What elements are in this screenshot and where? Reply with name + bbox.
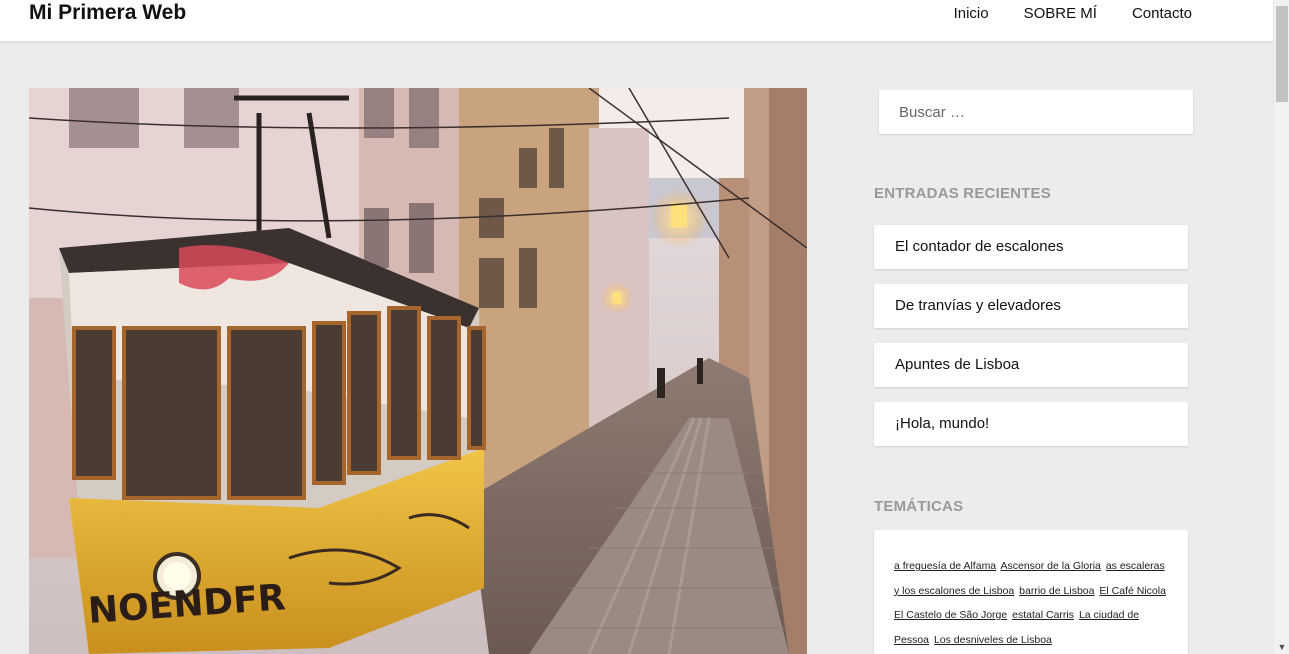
tag-link[interactable]: barrio de Lisboa bbox=[1019, 585, 1094, 597]
tag-link[interactable]: a freguesía de Alfama bbox=[894, 560, 996, 572]
main-nav: Inicio SOBRE MÍ Contacto bbox=[954, 4, 1192, 24]
tag-cloud: a freguesía de Alfama Ascensor de la Glo… bbox=[874, 530, 1188, 654]
search-input[interactable] bbox=[879, 90, 1193, 134]
tag-link[interactable]: estatal Carris bbox=[1012, 609, 1074, 621]
recent-posts-list: El contador de escalones De tranvías y e… bbox=[874, 225, 1188, 461]
recent-post-link[interactable]: El contador de escalones bbox=[874, 225, 1188, 269]
tag-link[interactable]: El Café Nicola bbox=[1099, 585, 1166, 597]
topics-title: TEMÁTICAS bbox=[874, 498, 964, 515]
site-header: Mi Primera Web Inicio SOBRE MÍ Contacto bbox=[0, 0, 1273, 41]
recent-posts-title: ENTRADAS RECIENTES bbox=[874, 185, 1051, 202]
site-title[interactable]: Mi Primera Web bbox=[29, 0, 186, 26]
recent-post-link[interactable]: ¡Hola, mundo! bbox=[874, 402, 1188, 446]
page-scrollbar[interactable]: ▼ bbox=[1273, 0, 1289, 654]
recent-post-link[interactable]: De tranvías y elevadores bbox=[874, 284, 1188, 328]
search-field[interactable] bbox=[879, 90, 1193, 134]
recent-post-link[interactable]: Apuntes de Lisboa bbox=[874, 343, 1188, 387]
tag-link[interactable]: Ascensor de la Gloria bbox=[1001, 560, 1101, 572]
featured-image[interactable]: NOENDFR bbox=[29, 88, 807, 654]
nav-sobre-mi[interactable]: SOBRE MÍ bbox=[1024, 4, 1097, 24]
lisbon-tram-photo: NOENDFR bbox=[29, 88, 807, 654]
tag-link[interactable]: El Castelo de São Jorge bbox=[894, 609, 1007, 621]
nav-inicio[interactable]: Inicio bbox=[954, 4, 989, 24]
scroll-down-icon[interactable]: ▼ bbox=[1274, 640, 1289, 654]
scrollbar-thumb[interactable] bbox=[1276, 6, 1288, 102]
tag-link[interactable]: Los desniveles de Lisboa bbox=[934, 634, 1052, 646]
nav-contacto[interactable]: Contacto bbox=[1132, 4, 1192, 24]
